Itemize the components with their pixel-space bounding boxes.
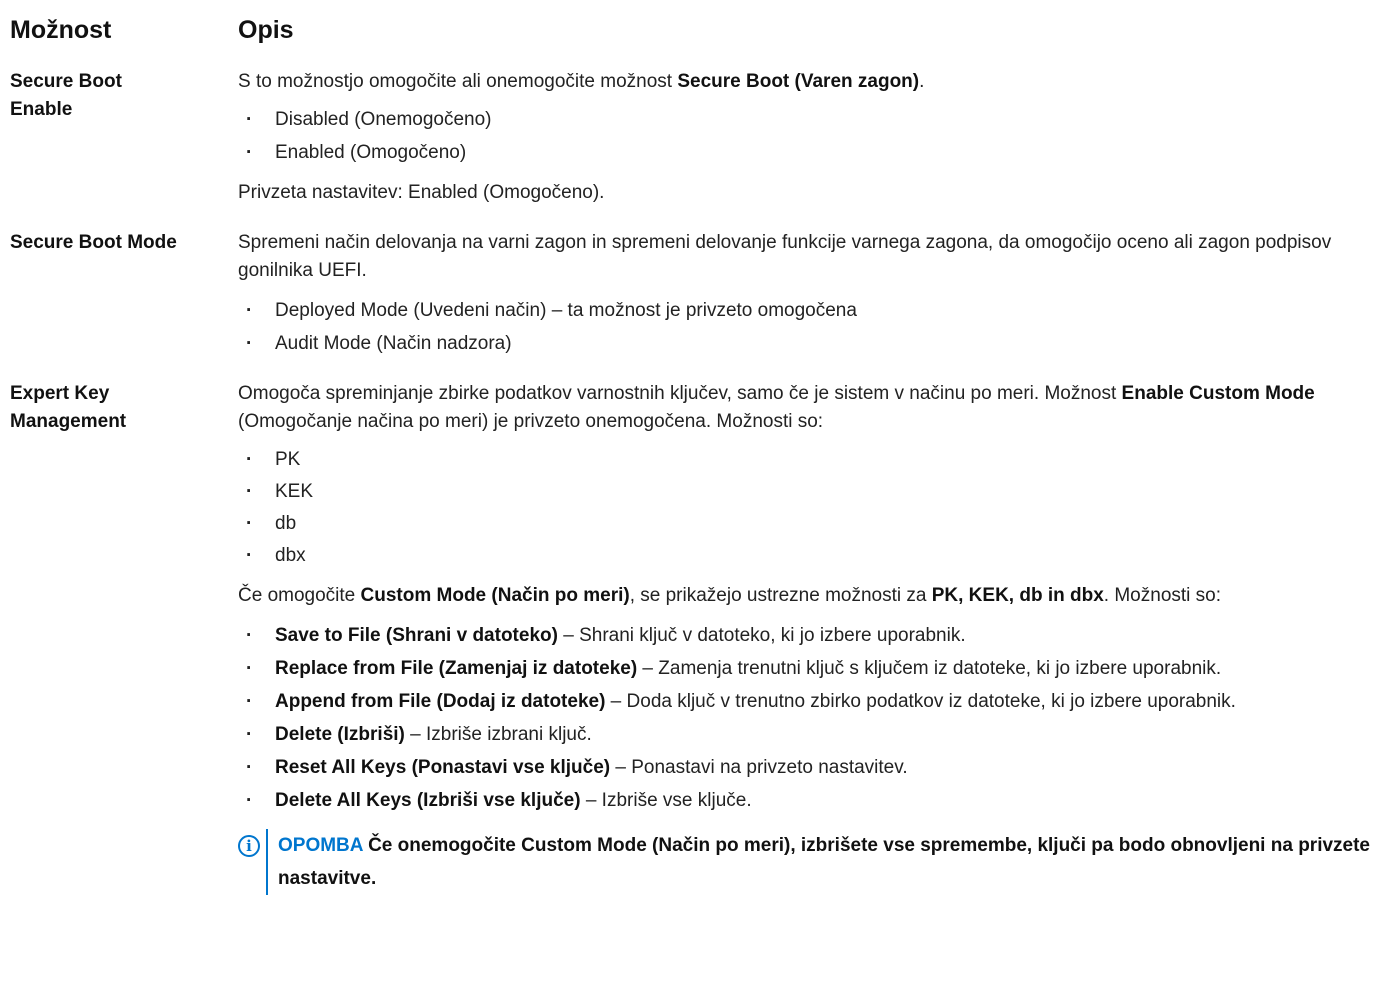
list-item: Append from File (Dodaj iz datoteke) – D… bbox=[238, 688, 1374, 716]
default-value-text: Privzeta nastavitev: Enabled (Omogočeno)… bbox=[238, 182, 605, 203]
list-item: db bbox=[238, 510, 1374, 538]
note-box: i OPOMBA Če onemogočite Custom Mode (Nač… bbox=[238, 829, 1374, 895]
list-item: Disabled (Onemogočeno) bbox=[238, 106, 1374, 134]
list-item: Reset All Keys (Ponastavi vse ključe) – … bbox=[238, 754, 1374, 782]
table-header: Možnost Opis bbox=[10, 12, 1374, 48]
option-description-expert-key-management: Omogoča spreminjanje zbirke podatkov var… bbox=[238, 380, 1374, 895]
description-text: Omogoča spreminjanje zbirke podatkov var… bbox=[238, 383, 1315, 432]
list-item: Deployed Mode (Uvedeni način) – ta možno… bbox=[238, 297, 1374, 325]
list-item: Save to File (Shrani v datoteko) – Shran… bbox=[238, 622, 1374, 650]
list-item: Delete All Keys (Izbriši vse ključe) – I… bbox=[238, 787, 1374, 815]
list-item: KEK bbox=[238, 478, 1374, 506]
info-icon: i bbox=[238, 835, 260, 857]
option-values-list: Deployed Mode (Uvedeni način) – ta možno… bbox=[238, 297, 1374, 358]
option-description-secure-boot-enable: S to možnostjo omogočite ali onemogočite… bbox=[238, 68, 1374, 207]
custom-mode-text: Če omogočite Custom Mode (Način po meri)… bbox=[238, 585, 1222, 606]
description-text: Spremeni način delovanja na varni zagon … bbox=[238, 232, 1332, 281]
row-expert-key-management: Expert Key Management Omogoča spreminjan… bbox=[10, 380, 1374, 895]
list-item: Enabled (Omogočeno) bbox=[238, 139, 1374, 167]
row-secure-boot-enable: Secure Boot Enable S to možnostjo omogoč… bbox=[10, 68, 1374, 207]
action-list: Save to File (Shrani v datoteko) – Shran… bbox=[238, 622, 1374, 815]
option-values-list: Disabled (Onemogočeno) Enabled (Omogočen… bbox=[238, 106, 1374, 167]
list-item: Audit Mode (Način nadzora) bbox=[238, 330, 1374, 358]
list-item: PK bbox=[238, 446, 1374, 474]
header-description: Opis bbox=[238, 16, 294, 44]
note-label: OPOMBA bbox=[278, 835, 363, 856]
description-text: S to možnostjo omogočite ali onemogočite… bbox=[238, 71, 925, 92]
list-item: dbx bbox=[238, 542, 1374, 570]
header-option: Možnost bbox=[10, 16, 112, 44]
option-label-expert-key-management: Expert Key Management bbox=[10, 383, 127, 432]
row-secure-boot-mode: Secure Boot Mode Spremeni način delovanj… bbox=[10, 229, 1374, 358]
option-label-secure-boot-mode: Secure Boot Mode bbox=[10, 232, 177, 253]
option-label-secure-boot-enable: Secure Boot Enable bbox=[10, 71, 122, 120]
note-text: OPOMBA Če onemogočite Custom Mode (Način… bbox=[266, 829, 1374, 895]
list-item: Replace from File (Zamenjaj iz datoteke)… bbox=[238, 655, 1374, 683]
list-item: Delete (Izbriši) – Izbriše izbrani ključ… bbox=[238, 721, 1374, 749]
option-description-secure-boot-mode: Spremeni način delovanja na varni zagon … bbox=[238, 229, 1374, 358]
options-table: Možnost Opis Secure Boot Enable S to mož… bbox=[10, 12, 1374, 895]
key-list: PK KEK db dbx bbox=[238, 446, 1374, 570]
